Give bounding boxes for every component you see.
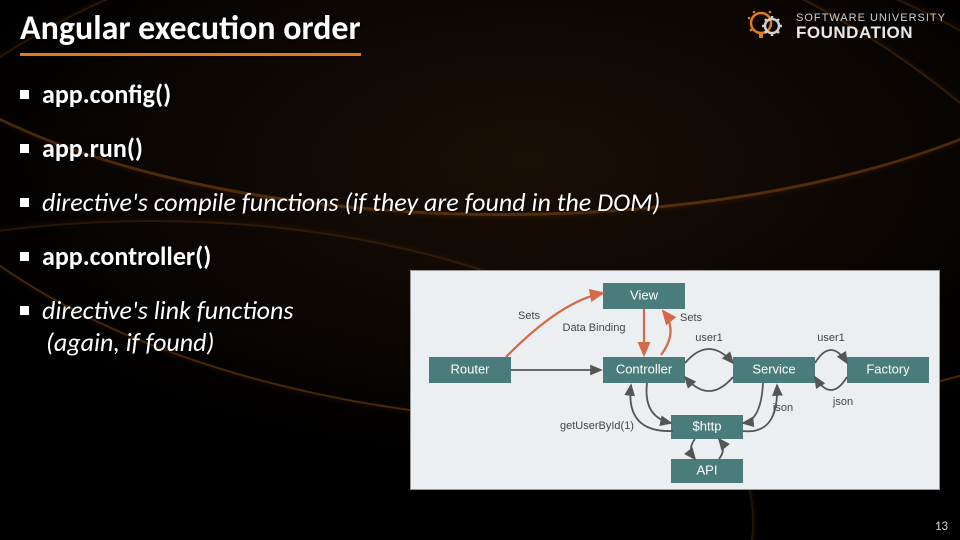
label-sets-left: Sets [518,310,541,322]
bullet-text: directive's link functions [42,294,294,326]
list-item: app.config() [20,78,940,110]
list-item: app.run() [20,132,940,164]
list-item: app.controller() [20,240,940,272]
brand-logo: SOFTWARE UNIVERSITY FOUNDATION [746,6,946,48]
label-data-binding: Data Binding [563,322,626,334]
page-number: 13 [935,519,948,534]
box-factory: Factory [847,357,929,383]
slide: Angular execution order SOFTWARE UNIVERS… [0,0,960,540]
label-getuser: getUserById(1) [560,420,634,432]
lightbulb-gear-icon [746,6,788,48]
svg-text:Router: Router [450,361,490,376]
box-controller: Controller [603,357,685,383]
bullet-text: app.controller() [42,240,211,272]
label-user1: user1 [817,332,845,344]
svg-text:$http: $http [693,418,722,433]
label-user1: user1 [695,332,723,344]
box-router: Router [429,357,511,383]
bullet-text: app.run() [42,132,143,164]
box-view: View [603,283,685,309]
list-item: directive's link functions (again, if fo… [20,294,402,358]
brand-line2: FOUNDATION [796,24,946,41]
bullet-subtext: (again, if found) [42,326,402,358]
bullet-text: app.config() [42,78,171,110]
list-item: directive's compile functions (if they a… [20,186,940,218]
label-json: json [772,402,793,414]
brand-text: SOFTWARE UNIVERSITY FOUNDATION [796,13,946,41]
label-sets-right: Sets [680,312,703,324]
svg-text:Factory: Factory [866,361,910,376]
svg-text:View: View [630,287,659,302]
box-http: $http [671,415,743,439]
box-service: Service [733,357,815,383]
svg-text:Service: Service [752,361,795,376]
slide-title: Angular execution order [20,8,361,56]
architecture-diagram: View Router Controller Service Factory $… [410,270,940,490]
bullet-text: directive's compile functions (if they a… [42,186,660,218]
svg-text:API: API [697,462,718,477]
box-api: API [671,459,743,483]
svg-text:Controller: Controller [616,361,673,376]
label-json: json [832,396,853,408]
